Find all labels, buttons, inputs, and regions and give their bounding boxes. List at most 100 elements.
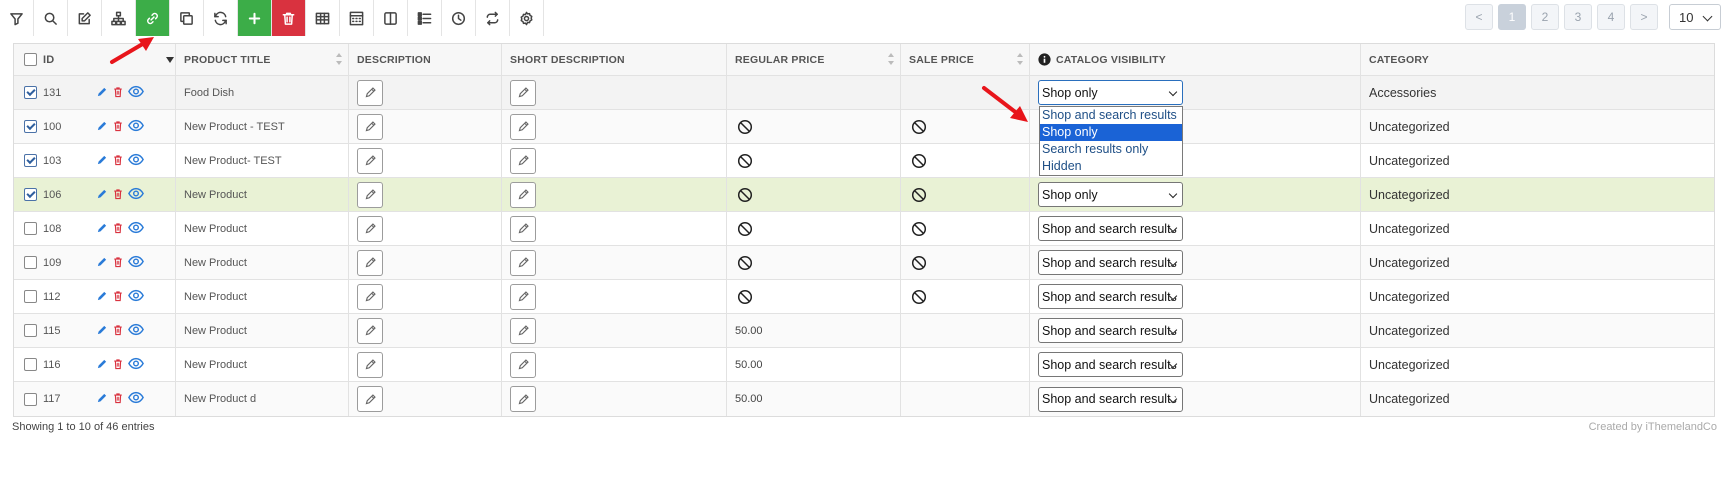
- row-checkbox[interactable]: [24, 392, 37, 406]
- row-checkbox[interactable]: [24, 188, 37, 201]
- option-shop-and-search-results[interactable]: Shop and search results: [1040, 107, 1182, 124]
- sort-icon[interactable]: [888, 53, 894, 65]
- edit-short-description-button[interactable]: [510, 181, 536, 208]
- duplicate-button[interactable]: [170, 0, 204, 36]
- catalog-visibility-select[interactable]: Shop and search results: [1038, 250, 1183, 275]
- edit-short-description-button[interactable]: [510, 215, 536, 242]
- list-button[interactable]: [408, 0, 442, 36]
- eye-icon[interactable]: [128, 153, 144, 166]
- cell-category[interactable]: Uncategorized: [1361, 348, 1714, 381]
- cell-sale-price[interactable]: [901, 348, 1030, 381]
- pencil-icon[interactable]: [96, 358, 108, 370]
- cell-regular-price[interactable]: [727, 110, 901, 143]
- header-sale-price[interactable]: SALE PRICE: [901, 44, 1030, 75]
- cell-category[interactable]: Accessories: [1361, 76, 1714, 109]
- edit-short-description-button[interactable]: [510, 79, 536, 106]
- edit-short-description-button[interactable]: [510, 147, 536, 174]
- option-hidden[interactable]: Hidden: [1040, 158, 1182, 175]
- trash-icon[interactable]: [112, 324, 124, 336]
- cell-sale-price[interactable]: [901, 382, 1030, 416]
- refresh-button[interactable]: [204, 0, 238, 36]
- edit-description-button[interactable]: [357, 317, 383, 344]
- calculator-button[interactable]: [340, 0, 374, 36]
- page-4-button[interactable]: 4: [1597, 4, 1625, 30]
- pencil-icon[interactable]: [96, 392, 108, 404]
- cell-regular-price[interactable]: [727, 246, 901, 279]
- settings-button[interactable]: [510, 0, 544, 36]
- trash-icon[interactable]: [112, 358, 124, 370]
- cell-regular-price[interactable]: [727, 76, 901, 109]
- eye-icon[interactable]: [128, 85, 144, 98]
- link-button[interactable]: [136, 0, 170, 36]
- catalog-visibility-select[interactable]: Shop and search results: [1038, 284, 1183, 309]
- eye-icon[interactable]: [128, 255, 144, 268]
- eye-icon[interactable]: [128, 221, 144, 234]
- cell-category[interactable]: Uncategorized: [1361, 314, 1714, 347]
- eye-icon[interactable]: [128, 323, 144, 336]
- hierarchy-button[interactable]: [102, 0, 136, 36]
- eye-icon[interactable]: [128, 289, 144, 302]
- edit-description-button[interactable]: [357, 283, 383, 310]
- search-button[interactable]: [34, 0, 68, 36]
- cell-sale-price[interactable]: [901, 178, 1030, 211]
- edit-short-description-button[interactable]: [510, 317, 536, 344]
- edit-description-button[interactable]: [357, 215, 383, 242]
- cell-product-title[interactable]: New Product: [176, 348, 349, 381]
- header-product-title[interactable]: PRODUCT TITLE: [176, 44, 349, 75]
- edit-description-button[interactable]: [357, 181, 383, 208]
- cell-category[interactable]: Uncategorized: [1361, 178, 1714, 211]
- eye-icon[interactable]: [128, 391, 144, 404]
- edit-description-button[interactable]: [357, 249, 383, 276]
- filter-button[interactable]: [0, 0, 34, 36]
- cell-product-title[interactable]: New Product: [176, 280, 349, 313]
- cell-product-title[interactable]: New Product: [176, 246, 349, 279]
- cell-sale-price[interactable]: [901, 246, 1030, 279]
- cell-product-title[interactable]: New Product: [176, 212, 349, 245]
- cell-regular-price[interactable]: 50.00: [727, 314, 901, 347]
- pencil-icon[interactable]: [96, 154, 108, 166]
- trash-icon[interactable]: [112, 188, 124, 200]
- catalog-visibility-select[interactable]: Shop and search results: [1038, 318, 1183, 343]
- swap-button[interactable]: [476, 0, 510, 36]
- row-checkbox[interactable]: [24, 324, 37, 337]
- pencil-icon[interactable]: [96, 290, 108, 302]
- cell-category[interactable]: Uncategorized: [1361, 212, 1714, 245]
- row-checkbox[interactable]: [24, 222, 37, 235]
- cell-product-title[interactable]: Food Dish: [176, 76, 349, 109]
- eye-icon[interactable]: [128, 119, 144, 132]
- trash-icon[interactable]: [112, 154, 124, 166]
- table-view-button[interactable]: [306, 0, 340, 36]
- delete-button[interactable]: [272, 0, 306, 36]
- option-shop-only[interactable]: Shop only: [1040, 124, 1182, 141]
- edit-short-description-button[interactable]: [510, 283, 536, 310]
- eye-icon[interactable]: [128, 187, 144, 200]
- cell-product-title[interactable]: New Product- TEST: [176, 144, 349, 177]
- cell-product-title[interactable]: New Product - TEST: [176, 110, 349, 143]
- page-2-button[interactable]: 2: [1531, 4, 1559, 30]
- row-checkbox[interactable]: [24, 120, 37, 133]
- cell-category[interactable]: Uncategorized: [1361, 246, 1714, 279]
- eye-icon[interactable]: [128, 357, 144, 370]
- catalog-visibility-select[interactable]: Shop and search results: [1038, 352, 1183, 377]
- edit-description-button[interactable]: [357, 147, 383, 174]
- trash-icon[interactable]: [112, 392, 124, 404]
- cell-regular-price[interactable]: [727, 212, 901, 245]
- catalog-visibility-select[interactable]: Shop and search results: [1038, 216, 1183, 241]
- cell-sale-price[interactable]: [901, 314, 1030, 347]
- edit-description-button[interactable]: [357, 79, 383, 106]
- cell-regular-price[interactable]: [727, 280, 901, 313]
- page-1-button[interactable]: 1: [1498, 4, 1526, 30]
- cell-product-title[interactable]: New Product d: [176, 382, 349, 416]
- edit-description-button[interactable]: [357, 351, 383, 378]
- next-page-button[interactable]: >: [1630, 4, 1658, 30]
- cell-category[interactable]: Uncategorized: [1361, 382, 1714, 416]
- pencil-icon[interactable]: [96, 222, 108, 234]
- cell-regular-price[interactable]: [727, 144, 901, 177]
- sort-icon[interactable]: [1017, 53, 1023, 65]
- cell-product-title[interactable]: New Product: [176, 178, 349, 211]
- option-search-results-only[interactable]: Search results only: [1040, 141, 1182, 158]
- pencil-icon[interactable]: [96, 324, 108, 336]
- row-checkbox[interactable]: [24, 290, 37, 303]
- pencil-icon[interactable]: [96, 256, 108, 268]
- edit-description-button[interactable]: [357, 113, 383, 140]
